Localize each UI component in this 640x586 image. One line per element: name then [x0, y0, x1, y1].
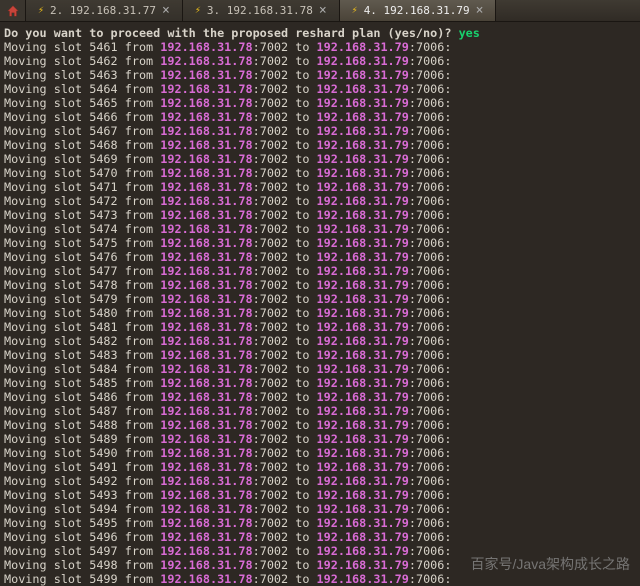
log-line: Moving slot 5475 from 192.168.31.78:7002… [4, 236, 634, 250]
log-line: Moving slot 5471 from 192.168.31.78:7002… [4, 180, 634, 194]
log-line: Moving slot 5476 from 192.168.31.78:7002… [4, 250, 634, 264]
tabbar-spacer [496, 0, 640, 21]
log-line: Moving slot 5497 from 192.168.31.78:7002… [4, 544, 634, 558]
log-line: Moving slot 5465 from 192.168.31.78:7002… [4, 96, 634, 110]
close-icon[interactable]: × [319, 4, 327, 17]
log-line: Moving slot 5464 from 192.168.31.78:7002… [4, 82, 634, 96]
prompt-line: Do you want to proceed with the proposed… [4, 26, 634, 40]
log-line: Moving slot 5478 from 192.168.31.78:7002… [4, 278, 634, 292]
log-line: Moving slot 5470 from 192.168.31.78:7002… [4, 166, 634, 180]
tab-label: 4. 192.168.31.79 [364, 4, 470, 17]
log-line: Moving slot 5491 from 192.168.31.78:7002… [4, 460, 634, 474]
tab-label: 3. 192.168.31.78 [207, 4, 313, 17]
home-button[interactable] [0, 0, 26, 21]
log-line: Moving slot 5472 from 192.168.31.78:7002… [4, 194, 634, 208]
log-line: Moving slot 5490 from 192.168.31.78:7002… [4, 446, 634, 460]
lightning-icon: ⚡ [352, 5, 358, 16]
log-line: Moving slot 5477 from 192.168.31.78:7002… [4, 264, 634, 278]
home-icon [6, 4, 20, 18]
log-line: Moving slot 5469 from 192.168.31.78:7002… [4, 152, 634, 166]
log-line: Moving slot 5493 from 192.168.31.78:7002… [4, 488, 634, 502]
session-tab[interactable]: ⚡ 3. 192.168.31.78 × [183, 0, 340, 21]
tab-bar: ⚡ 2. 192.168.31.77 × ⚡ 3. 192.168.31.78 × ⚡ 4. … [0, 0, 640, 22]
log-line: Moving slot 5461 from 192.168.31.78:7002… [4, 40, 634, 54]
lightning-icon: ⚡ [195, 5, 201, 16]
prompt-answer: yes [459, 26, 480, 40]
log-line: Moving slot 5486 from 192.168.31.78:7002… [4, 390, 634, 404]
log-line: Moving slot 5499 from 192.168.31.78:7002… [4, 572, 634, 586]
log-line: Moving slot 5488 from 192.168.31.78:7002… [4, 418, 634, 432]
log-line: Moving slot 5467 from 192.168.31.78:7002… [4, 124, 634, 138]
log-line: Moving slot 5482 from 192.168.31.78:7002… [4, 334, 634, 348]
log-line: Moving slot 5489 from 192.168.31.78:7002… [4, 432, 634, 446]
log-line: Moving slot 5494 from 192.168.31.78:7002… [4, 502, 634, 516]
session-tab[interactable]: ⚡ 4. 192.168.31.79 × [340, 0, 497, 21]
log-line: Moving slot 5485 from 192.168.31.78:7002… [4, 376, 634, 390]
session-tab[interactable]: ⚡ 2. 192.168.31.77 × [26, 0, 183, 21]
log-line: Moving slot 5481 from 192.168.31.78:7002… [4, 320, 634, 334]
log-line: Moving slot 5492 from 192.168.31.78:7002… [4, 474, 634, 488]
log-line: Moving slot 5484 from 192.168.31.78:7002… [4, 362, 634, 376]
log-line: Moving slot 5479 from 192.168.31.78:7002… [4, 292, 634, 306]
prompt-text: Do you want to proceed with the proposed… [4, 26, 451, 40]
log-line: Moving slot 5468 from 192.168.31.78:7002… [4, 138, 634, 152]
log-line: Moving slot 5463 from 192.168.31.78:7002… [4, 68, 634, 82]
log-line: Moving slot 5480 from 192.168.31.78:7002… [4, 306, 634, 320]
log-line: Moving slot 5496 from 192.168.31.78:7002… [4, 530, 634, 544]
close-icon[interactable]: × [162, 4, 170, 17]
log-line: Moving slot 5473 from 192.168.31.78:7002… [4, 208, 634, 222]
log-line: Moving slot 5483 from 192.168.31.78:7002… [4, 348, 634, 362]
log-line: Moving slot 5466 from 192.168.31.78:7002… [4, 110, 634, 124]
log-line: Moving slot 5462 from 192.168.31.78:7002… [4, 54, 634, 68]
terminal-area[interactable]: Do you want to proceed with the proposed… [0, 22, 640, 586]
lightning-icon: ⚡ [38, 5, 44, 16]
log-line: Moving slot 5495 from 192.168.31.78:7002… [4, 516, 634, 530]
close-icon[interactable]: × [476, 4, 484, 17]
log-line: Moving slot 5487 from 192.168.31.78:7002… [4, 404, 634, 418]
tab-label: 2. 192.168.31.77 [50, 4, 156, 17]
log-line: Moving slot 5498 from 192.168.31.78:7002… [4, 558, 634, 572]
log-line: Moving slot 5474 from 192.168.31.78:7002… [4, 222, 634, 236]
